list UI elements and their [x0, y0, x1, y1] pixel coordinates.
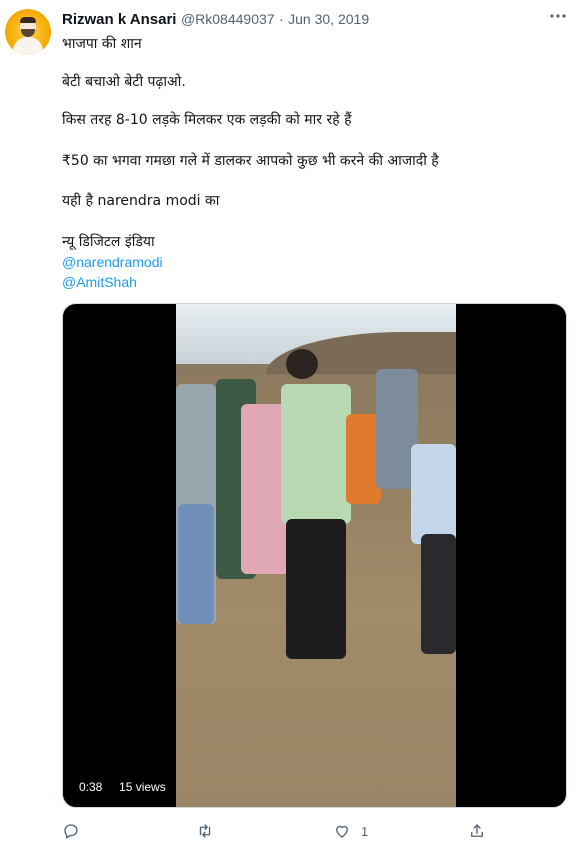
- tweet-text-line: बेटी बचाओ बेटी पढ़ाओ.: [62, 74, 186, 90]
- share-icon: [471, 824, 483, 837]
- reply-icon: [64, 824, 78, 839]
- author-handle[interactable]: @Rk08449037: [181, 11, 275, 27]
- like-count: 1: [361, 823, 369, 839]
- share-button[interactable]: [468, 822, 496, 840]
- tweet-date[interactable]: Jun 30, 2019: [288, 11, 369, 27]
- tweet-text-line: किस तरह 8-10 लड़के मिलकर एक लड़की को मार…: [62, 112, 352, 128]
- retweet-icon: [199, 824, 211, 838]
- video-stats: 0:38 15 views: [79, 780, 166, 794]
- mention-link[interactable]: @AmitShah: [62, 273, 137, 291]
- author-name[interactable]: Rizwan k Ansari: [62, 11, 176, 28]
- retweet-button[interactable]: [196, 822, 224, 840]
- tweet-text-line: ₹50 का भगवा गमछा गले में डालकर आपको कुछ …: [62, 153, 439, 169]
- reply-button[interactable]: [62, 822, 90, 840]
- tweet-header: Rizwan k Ansari @Rk08449037 · Jun 30, 20…: [62, 10, 369, 29]
- tweet-text-line: यही है narendra modi का: [62, 193, 220, 209]
- like-button[interactable]: 1: [333, 822, 368, 840]
- tweet-actions: 1: [0, 822, 576, 842]
- mention-link[interactable]: @narendramodi: [62, 253, 163, 271]
- more-icon[interactable]: [549, 12, 567, 20]
- meta-separator: ·: [279, 11, 284, 27]
- video-player[interactable]: 0:38 15 views: [62, 303, 567, 808]
- like-icon: [336, 825, 348, 838]
- tweet-text-line: न्यू डिजिटल इंडिया: [62, 234, 155, 250]
- video-views: 15 views: [119, 780, 166, 794]
- tweet-text-line: भाजपा की शान: [62, 36, 142, 52]
- tweet-card[interactable]: Rizwan k Ansari @Rk08449037 · Jun 30, 20…: [0, 0, 576, 843]
- author-avatar[interactable]: [5, 9, 51, 55]
- video-duration: 0:38: [79, 780, 103, 794]
- video-frame: [176, 304, 456, 807]
